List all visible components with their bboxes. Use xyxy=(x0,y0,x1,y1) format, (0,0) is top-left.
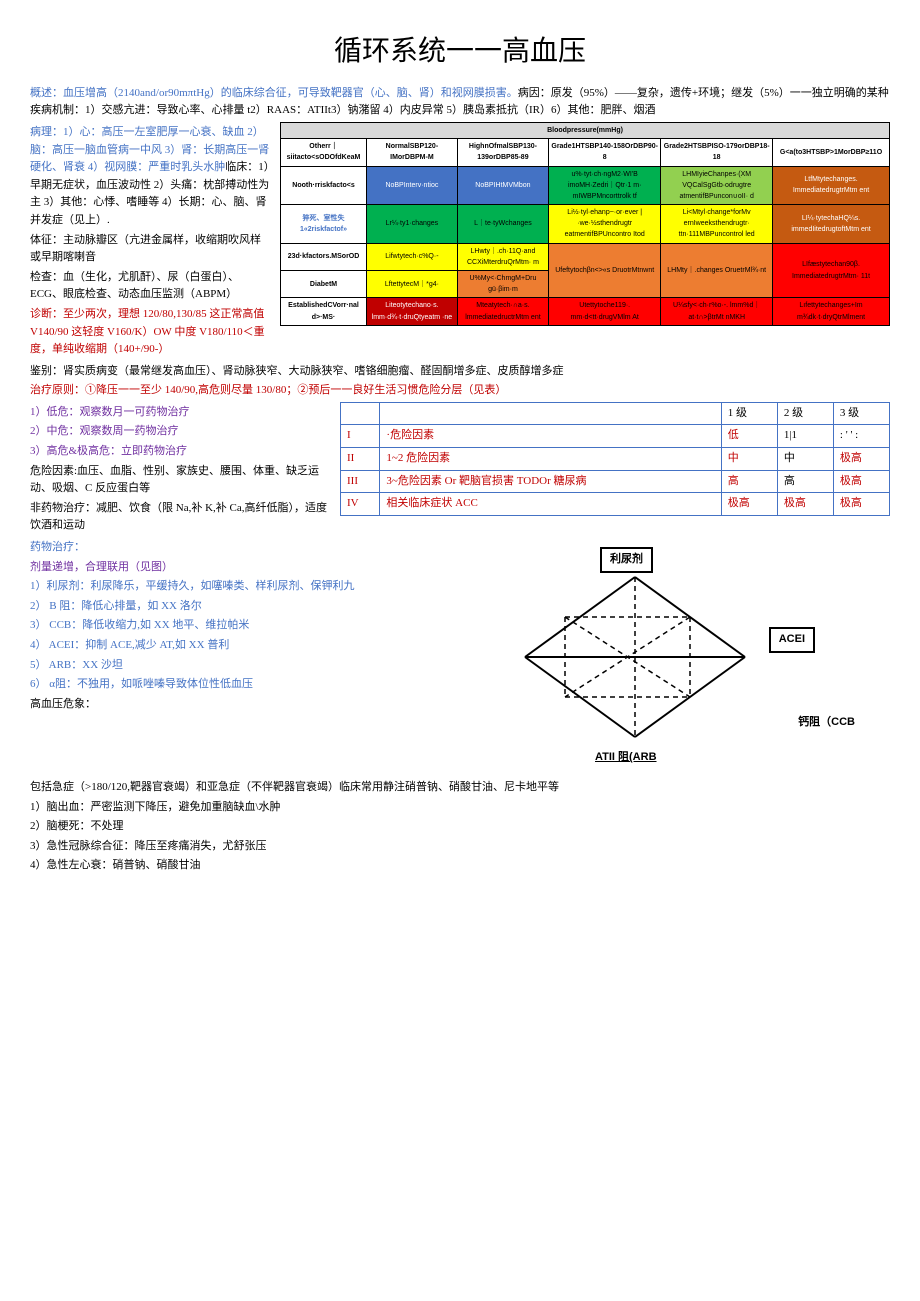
drug-item: 4） ACEI：抑制 ACE,减少 AT,如 XX 普利 xyxy=(30,637,370,655)
diagram-ccb-label: 钙阻（CCB xyxy=(798,714,855,732)
differential: 鉴别：肾实质病变（最常继发高血压）、肾动脉狭窄、大动脉狭窄、嗜铬细胞瘤、醛固酮增… xyxy=(30,363,890,381)
diagnosis: 诊断：至少两次，理想 120/80,130/85 这正常高值 V140/90 这… xyxy=(30,306,270,359)
pathology: 病理：1）心：高压一左室肥厚一心衰、缺血 2）脑：高压一脑血管病一中风 3）肾：… xyxy=(30,124,270,230)
nondrug-tx: 非药物治疗：减肥、饮食（限 Na,补 K,补 Ca,高纤低脂），适度饮酒和运动 xyxy=(30,500,330,535)
dose: 剂量递增，合理联用（见图） xyxy=(30,559,370,577)
drug-item: 3） CCB：降低收缩力,如 XX 地平、维拉帕米 xyxy=(30,617,370,635)
drug-combo-diagram: 利尿剂 ACEI ATII 阻(ARB 钙阻（CCB xyxy=(475,547,795,767)
drug-item: 1）利尿剂：利尿降乐，平缓持久，如噻嗪类、样利尿剂、保钾利九 xyxy=(30,578,370,596)
diagram-right-label: ACEI xyxy=(769,627,815,653)
page-title: 循环系统一一高血压 xyxy=(30,30,890,75)
exam: 检查：血（生化，尤肌酐）、尿（白蛋白）、ECG、眼底检查、动态血压监测（ABPM… xyxy=(30,269,270,304)
risk-grade-table: 1 级2 级3 级 I·危险因素低1|1: ' ' : II1~2 危险因素中中… xyxy=(340,402,890,516)
low-risk: 1）低危：观察数月一可药物治疗 xyxy=(30,404,330,422)
crisis: 高血压危象： xyxy=(30,696,370,714)
emergency-item: 2）脑梗死：不处理 xyxy=(30,818,890,836)
drug-item: 2） B 阻：降低心排量，如 XX 洛尔 xyxy=(30,598,370,616)
mid-risk: 2）中危：观察数周一药物治疗 xyxy=(30,423,330,441)
drug-item: 5） ARB：XX 沙坦 xyxy=(30,657,370,675)
high-risk: 3）高危&极高危：立即药物治疗 xyxy=(30,443,330,461)
emergency-item: 4）急性左心衰：硝普钠、硝酸甘油 xyxy=(30,857,890,875)
diagram-top-label: 利尿剂 xyxy=(600,547,653,573)
risk-factors: 危险因素:血压、血脂、性别、家族史、腰围、体重、缺乏运动、吸烟、C 反应蛋白等 xyxy=(30,463,330,498)
treatment-principle: 治疗原则：①降压一一至少 140/90,高危则尽量 130/80；②预后一一良好… xyxy=(30,382,890,400)
crisis-detail: 包括急症（>180/120,靶器官衰竭）和亚急症（不伴靶器官衰竭）临床常用静注硝… xyxy=(30,779,890,797)
diagram-bottom-label: ATII 阻(ARB xyxy=(595,749,657,767)
emergency-item: 3）急性冠脉综合征：降压至疼痛消失，尤舒张压 xyxy=(30,838,890,856)
emergency-item: 1）脑出血：严密监测下降压，避免加重脑缺血\水肿 xyxy=(30,799,890,817)
drug-item: 6） α阻：不独用，如哌唑嗪导致体位性低血压 xyxy=(30,676,370,694)
intro: 概述：血压增高（2140and/or90mπtHg）的临床综合征，可导致靶器官（… xyxy=(30,85,890,120)
bp-risk-table: Bloodpressure(mmHg) Otherr｜siitacto<sODO… xyxy=(280,122,890,326)
signs: 体征：主动脉瓣区（亢进金属样，收缩期吹风样或早期喀喇音 xyxy=(30,232,270,267)
drug-tx: 药物治疗： xyxy=(30,539,370,557)
